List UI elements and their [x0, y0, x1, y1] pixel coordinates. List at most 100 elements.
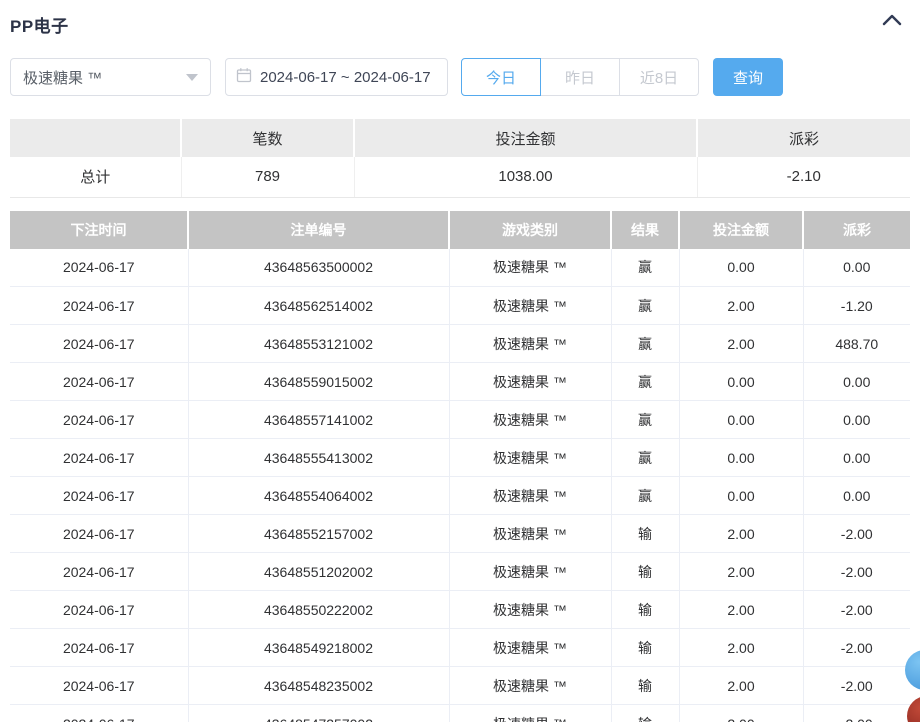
cell-order-number: 43648555413002	[188, 439, 449, 477]
cell-game-category: 极速糖果 ™	[449, 401, 611, 439]
cell-game-category: 极速糖果 ™	[449, 667, 611, 705]
header-result: 结果	[611, 211, 679, 249]
table-row: 2024-06-17 43648550222002 极速糖果 ™ 输 2.00 …	[10, 591, 910, 629]
cell-payout: 0.00	[803, 401, 910, 439]
cell-order-number: 43648562514002	[188, 287, 449, 325]
cell-bet-time: 2024-06-17	[10, 401, 188, 439]
header-bet-amount: 投注金额	[679, 211, 803, 249]
chevron-up-icon	[882, 14, 902, 29]
table-row: 2024-06-17 43648548235002 极速糖果 ™ 输 2.00 …	[10, 667, 910, 705]
cell-payout: 0.00	[803, 363, 910, 401]
cell-result: 赢	[611, 287, 679, 325]
date-range-value: 2024-06-17 ~ 2024-06-17	[260, 69, 431, 86]
cell-bet-time: 2024-06-17	[10, 249, 188, 287]
table-row: 2024-06-17 43648549218002 极速糖果 ™ 输 2.00 …	[10, 629, 910, 667]
cell-order-number: 43648557141002	[188, 401, 449, 439]
cell-bet-time: 2024-06-17	[10, 287, 188, 325]
cell-bet-amount: 2.00	[679, 705, 803, 722]
cell-payout: 488.70	[803, 325, 910, 363]
cell-order-number: 43648553121002	[188, 325, 449, 363]
cell-order-number: 43648551202002	[188, 553, 449, 591]
table-row: 2024-06-17 43648547257002 极速糖果 ™ 输 2.00 …	[10, 705, 910, 722]
cell-bet-time: 2024-06-17	[10, 477, 188, 515]
cell-payout: -2.00	[803, 667, 910, 705]
cell-game-category: 极速糖果 ™	[449, 363, 611, 401]
cell-bet-time: 2024-06-17	[10, 515, 188, 553]
table-row: 2024-06-17 43648559015002 极速糖果 ™ 赢 0.00 …	[10, 363, 910, 401]
cell-game-category: 极速糖果 ™	[449, 249, 611, 287]
cell-payout: -2.00	[803, 591, 910, 629]
cell-payout: -2.00	[803, 553, 910, 591]
table-row: 2024-06-17 43648554064002 极速糖果 ™ 赢 0.00 …	[10, 477, 910, 515]
cell-order-number: 43648550222002	[188, 591, 449, 629]
cell-bet-time: 2024-06-17	[10, 591, 188, 629]
header-bet-time: 下注时间	[10, 211, 188, 249]
summary-header-count: 笔数	[181, 119, 354, 157]
cell-result: 赢	[611, 363, 679, 401]
filter-bar: 极速糖果 ™ 2024-06-17 ~ 2024-06-17 今日昨日近8日 查…	[10, 58, 910, 96]
cell-game-category: 极速糖果 ™	[449, 515, 611, 553]
cell-order-number: 43648554064002	[188, 477, 449, 515]
cell-game-category: 极速糖果 ™	[449, 591, 611, 629]
cell-bet-amount: 2.00	[679, 287, 803, 325]
summary-total-row: 总计 789 1038.00 -2.10	[10, 157, 910, 197]
summary-header-bet-amount: 投注金额	[354, 119, 697, 157]
cell-game-category: 极速糖果 ™	[449, 629, 611, 667]
cell-bet-amount: 0.00	[679, 439, 803, 477]
cell-bet-amount: 2.00	[679, 553, 803, 591]
pp-electronics-panel: PP电子 极速糖果 ™ 2024-06-17 ~ 2024-06-17	[0, 0, 920, 722]
cell-result: 输	[611, 629, 679, 667]
cell-order-number: 43648549218002	[188, 629, 449, 667]
cell-payout: -2.00	[803, 629, 910, 667]
summary-header-payout: 派彩	[697, 119, 910, 157]
cell-bet-amount: 2.00	[679, 667, 803, 705]
summary-total-label: 总计	[10, 157, 181, 197]
collapse-button[interactable]	[874, 10, 910, 33]
cell-bet-time: 2024-06-17	[10, 629, 188, 667]
table-row: 2024-06-17 43648552157002 极速糖果 ™ 输 2.00 …	[10, 515, 910, 553]
header-payout: 派彩	[803, 211, 910, 249]
table-row: 2024-06-17 43648553121002 极速糖果 ™ 赢 2.00 …	[10, 325, 910, 363]
cell-result: 赢	[611, 249, 679, 287]
cell-game-category: 极速糖果 ™	[449, 553, 611, 591]
range-button-0[interactable]: 今日	[461, 58, 541, 96]
header-order-number: 注单编号	[188, 211, 449, 249]
cell-bet-amount: 0.00	[679, 401, 803, 439]
table-row: 2024-06-17 43648562514002 极速糖果 ™ 赢 2.00 …	[10, 287, 910, 325]
cell-result: 赢	[611, 325, 679, 363]
cell-game-category: 极速糖果 ™	[449, 439, 611, 477]
cell-bet-amount: 2.00	[679, 515, 803, 553]
query-button[interactable]: 查询	[713, 58, 783, 96]
cell-game-category: 极速糖果 ™	[449, 477, 611, 515]
summary-table: 笔数 投注金额 派彩 总计 789 1038.00 -2.10	[10, 119, 910, 198]
cell-bet-time: 2024-06-17	[10, 325, 188, 363]
cell-bet-amount: 2.00	[679, 325, 803, 363]
cell-payout: 0.00	[803, 477, 910, 515]
game-select[interactable]: 极速糖果 ™	[10, 58, 211, 96]
cell-order-number: 43648552157002	[188, 515, 449, 553]
header-game-category: 游戏类别	[449, 211, 611, 249]
cell-order-number: 43648563500002	[188, 249, 449, 287]
cell-payout: 0.00	[803, 249, 910, 287]
page-title: PP电子	[10, 10, 69, 37]
date-quick-buttons: 今日昨日近8日	[461, 58, 699, 96]
range-button-1[interactable]: 昨日	[540, 58, 620, 96]
cell-payout: -1.20	[803, 287, 910, 325]
table-row: 2024-06-17 43648557141002 极速糖果 ™ 赢 0.00 …	[10, 401, 910, 439]
summary-header-blank	[10, 119, 181, 157]
cell-result: 赢	[611, 439, 679, 477]
date-range-input[interactable]: 2024-06-17 ~ 2024-06-17	[225, 58, 448, 96]
cell-bet-time: 2024-06-17	[10, 439, 188, 477]
table-row: 2024-06-17 43648555413002 极速糖果 ™ 赢 0.00 …	[10, 439, 910, 477]
cell-bet-amount: 0.00	[679, 477, 803, 515]
range-button-2[interactable]: 近8日	[619, 58, 699, 96]
cell-payout: 0.00	[803, 439, 910, 477]
cell-order-number: 43648547257002	[188, 705, 449, 722]
cell-result: 输	[611, 515, 679, 553]
cell-result: 输	[611, 553, 679, 591]
cell-bet-time: 2024-06-17	[10, 705, 188, 722]
summary-count-value: 789	[181, 157, 354, 197]
summary-bet-amount-value: 1038.00	[354, 157, 697, 197]
panel-header: PP电子	[10, 10, 910, 38]
table-row: 2024-06-17 43648551202002 极速糖果 ™ 输 2.00 …	[10, 553, 910, 591]
